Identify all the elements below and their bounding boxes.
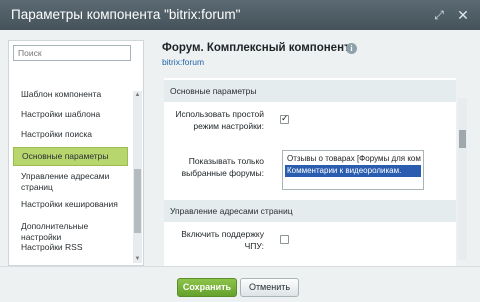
cancel-button[interactable]: Отменить [240, 278, 299, 297]
sidebar-item-cache-settings[interactable]: Настройки кеширования [13, 199, 128, 210]
info-icon[interactable]: i [346, 43, 357, 54]
scroll-down-icon[interactable]: ▼ [133, 255, 142, 263]
search-field[interactable] [13, 45, 131, 61]
sef-checkbox[interactable] [280, 235, 289, 244]
forum-option[interactable]: Отзывы о товарах [Форумы для комме [285, 153, 421, 165]
sidebar-item-url-management[interactable]: Управление адресами страниц [13, 171, 128, 193]
dialog-titlebar: Параметры компонента "bitrix:forum" ⤢ ✕ [0, 0, 480, 30]
dialog-title: Параметры компонента "bitrix:forum" [11, 7, 241, 22]
component-code: bitrix:forum [162, 57, 205, 67]
expand-icon[interactable]: ⤢ [432, 8, 446, 22]
sidebar-item-template[interactable]: Шаблон компонента [13, 89, 128, 100]
params-scrollbar[interactable] [458, 98, 467, 260]
simple-mode-checkbox[interactable] [280, 113, 289, 124]
section-header-url: Управление адресами страниц [164, 200, 456, 222]
sidebar-item-additional-settings[interactable]: Дополнительные настройки [13, 221, 128, 243]
section-title: Основные параметры [170, 86, 257, 96]
search-input[interactable] [14, 46, 130, 60]
sidebar-scroll-thumb[interactable] [134, 169, 141, 233]
sidebar-item-rss-settings[interactable]: Настройки RSS [13, 242, 128, 253]
show-forums-label: Показывать только выбранные форумы: [181, 156, 264, 178]
forums-multiselect[interactable]: Отзывы о товарах [Форумы для комме Комме… [282, 150, 424, 190]
sef-label: Включить поддержку ЧПУ: [181, 229, 264, 251]
sidebar-item-main-params[interactable]: Основные параметры [13, 147, 128, 166]
section-header-main: Основные параметры [164, 80, 456, 102]
dialog-footer: Сохранить Отменить [0, 266, 480, 302]
simple-mode-label: Использовать простой режим настройки: [175, 109, 264, 131]
sidebar: Шаблон компонента Настройки шаблона Наст… [8, 40, 144, 266]
close-icon[interactable]: ✕ [456, 8, 470, 22]
params-panel: Основные параметры Использовать простой … [164, 78, 456, 266]
params-scroll-thumb[interactable] [459, 130, 466, 148]
forum-option-selected[interactable]: Комментарии к видеороликам. [285, 165, 421, 177]
sidebar-scrollbar[interactable]: ▲ ▼ [133, 91, 142, 263]
section-title: Управление адресами страниц [170, 206, 293, 216]
save-button[interactable]: Сохранить [177, 278, 237, 297]
sidebar-item-search-settings[interactable]: Настройки поиска [13, 129, 128, 140]
sidebar-item-template-settings[interactable]: Настройки шаблона [13, 109, 128, 120]
component-title: Форум. Комплексный компонент [162, 42, 350, 54]
scroll-up-icon[interactable]: ▲ [133, 91, 142, 99]
